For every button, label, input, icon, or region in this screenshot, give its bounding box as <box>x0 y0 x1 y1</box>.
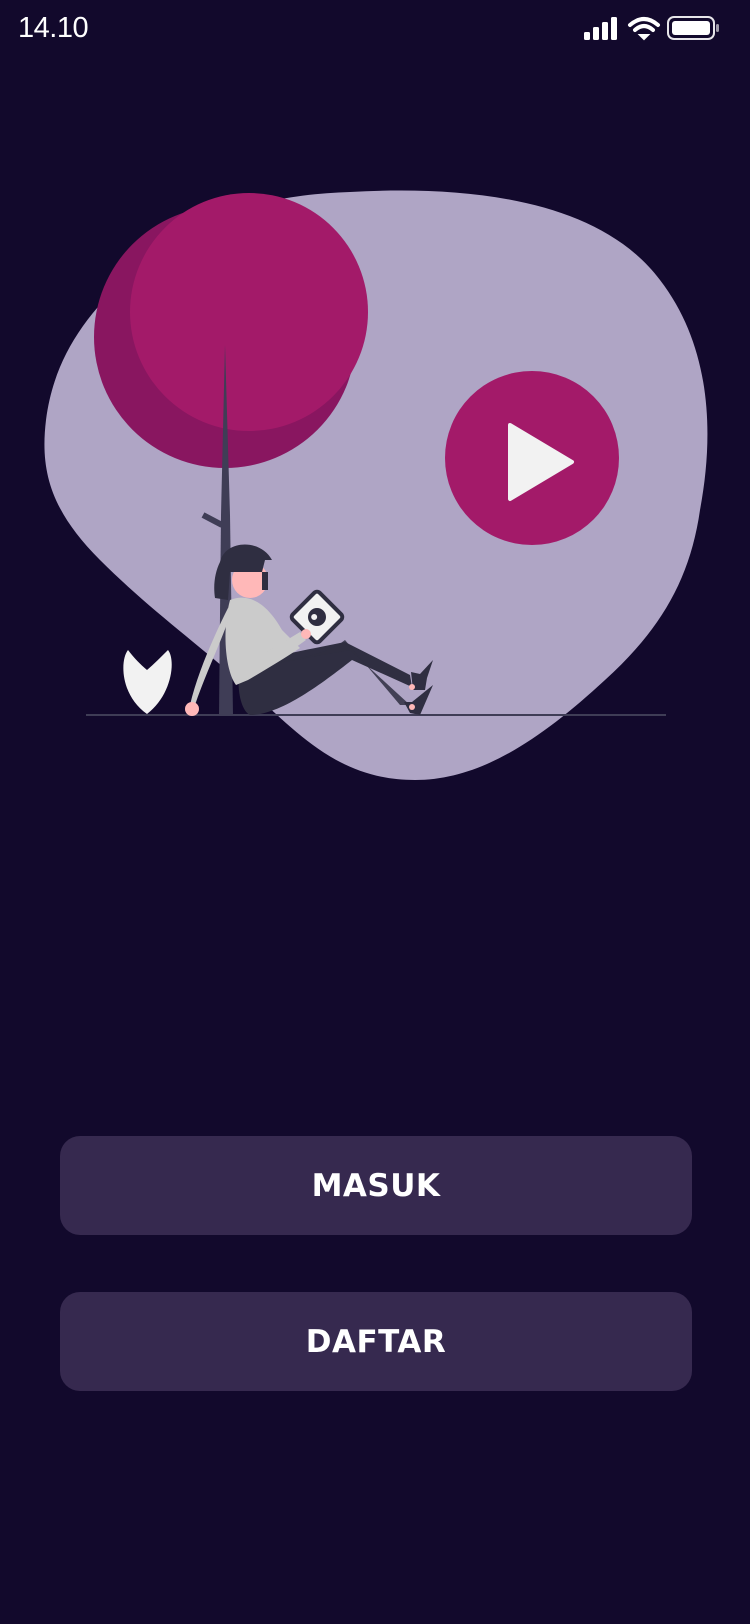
login-button[interactable]: MASUK <box>60 1136 692 1235</box>
register-button[interactable]: DAFTAR <box>60 1292 692 1391</box>
signal-icon <box>584 17 617 40</box>
leaf-icon <box>123 650 172 714</box>
welcome-screen: 14.10 MASUK DAFTAR <box>0 0 750 1624</box>
status-time: 14.10 <box>18 12 89 44</box>
tree-canopy-highlight <box>130 193 368 431</box>
hero-illustration <box>44 190 708 781</box>
battery-icon <box>667 16 719 40</box>
play-icon <box>445 371 619 545</box>
wifi-icon <box>628 17 660 41</box>
status-icons <box>584 16 719 41</box>
status-bar: 14.10 <box>0 0 750 60</box>
